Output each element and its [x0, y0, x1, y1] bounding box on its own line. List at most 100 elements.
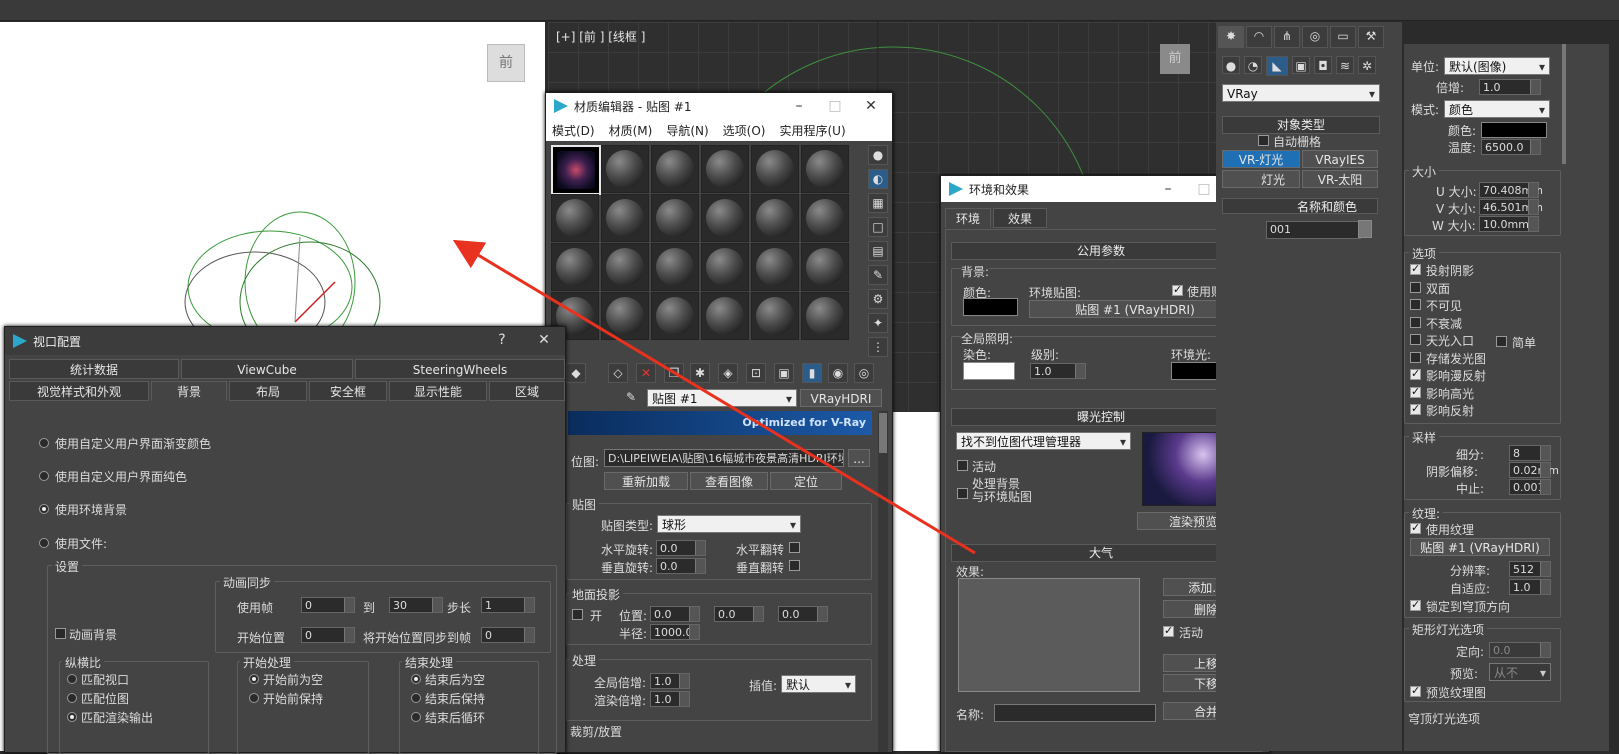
lock-dome-checkbox[interactable]	[1410, 598, 1421, 611]
position-x-spinner[interactable]: 0.0	[650, 606, 700, 622]
option-checkbox[interactable]	[1410, 334, 1421, 345]
name-field[interactable]	[994, 704, 1156, 722]
uv-tiling-icon[interactable]: □	[868, 217, 888, 237]
use-frame-from-spinner[interactable]: 0	[301, 597, 355, 613]
v-flip-checkbox[interactable]	[789, 560, 800, 571]
copy-icon[interactable]: ❐	[664, 363, 684, 383]
material-slot[interactable]	[651, 145, 699, 193]
exposure-rollout[interactable]: 曝光控制	[951, 408, 1251, 426]
v-rotation-spinner[interactable]: 0.0	[656, 558, 706, 574]
material-navigator-icon[interactable]: ⋮	[868, 337, 888, 357]
option-checkbox[interactable]	[1410, 262, 1421, 275]
hierarchy-tab-icon[interactable]: ⋔	[1274, 26, 1300, 48]
material-slot[interactable]	[751, 194, 799, 242]
go-sibling-icon[interactable]: ◉	[828, 363, 848, 383]
params-scrollbar[interactable]	[878, 411, 888, 752]
tab-display-performance[interactable]: 显示性能	[389, 381, 487, 401]
material-slot[interactable]	[651, 194, 699, 242]
use-frame-to-spinner[interactable]: 30	[389, 597, 443, 613]
level-spinner[interactable]: 1.0	[1030, 363, 1086, 379]
env-map-button[interactable]: 贴图 #1 (VRayHDRI)	[1029, 300, 1241, 318]
mode-select[interactable]: 颜色	[1444, 100, 1550, 119]
helpers-icon[interactable]: ◘	[1314, 56, 1332, 74]
bg-color-swatch[interactable]	[963, 298, 1018, 316]
use-texture-checkbox[interactable]	[1410, 521, 1421, 534]
options-icon[interactable]: ⚙	[868, 289, 888, 309]
option-checkbox[interactable]	[1410, 351, 1421, 363]
preview-texture-checkbox[interactable]	[1410, 684, 1421, 697]
light-category-select[interactable]: VRay	[1222, 84, 1380, 103]
material-editor-titlebar[interactable]: 材质编辑器 - 贴图 #1 – □ ✕	[546, 93, 892, 119]
radio-solid[interactable]	[39, 471, 49, 481]
adaptive-spinner[interactable]: 1.0	[1509, 579, 1551, 595]
tab-visual-style[interactable]: 视觉样式和外观	[9, 381, 149, 401]
minimize-icon[interactable]: –	[790, 97, 808, 115]
go-parent-icon[interactable]: ▮	[802, 363, 822, 383]
exposure-select[interactable]: 找不到位图代理管理器	[956, 432, 1131, 451]
maximize-icon[interactable]: □	[826, 97, 844, 115]
resolution-spinner[interactable]: 512	[1509, 561, 1551, 577]
render-mult-spinner[interactable]: 1.0	[650, 691, 690, 707]
radio-loop-after[interactable]	[411, 712, 421, 722]
material-slot[interactable]	[801, 194, 849, 242]
atmos-active-checkbox[interactable]	[1163, 624, 1174, 637]
v-size-spinner[interactable]: 46.501mm	[1479, 199, 1543, 215]
directional-spinner[interactable]: 0.0	[1489, 642, 1551, 658]
material-slot[interactable]	[601, 145, 649, 193]
locate-button[interactable]: 定位	[770, 472, 842, 490]
close-icon[interactable]: ✕	[862, 97, 880, 115]
material-id-icon[interactable]: ◈	[718, 363, 738, 383]
radio-match-bitmap[interactable]	[67, 693, 77, 703]
tint-swatch[interactable]	[963, 362, 1015, 380]
material-slot-active[interactable]	[551, 145, 601, 195]
tab-safe-frame[interactable]: 安全框	[309, 381, 387, 401]
object-type-rollout[interactable]: 对象类型	[1222, 116, 1380, 134]
show-end-result-icon[interactable]: ▣	[774, 363, 794, 383]
material-slot[interactable]	[701, 145, 749, 193]
backlight-icon[interactable]: ◐	[868, 169, 888, 189]
option-checkbox[interactable]	[1410, 316, 1421, 328]
texture-map-button[interactable]: 贴图 #1 (VRayHDRI)	[1410, 538, 1550, 556]
use-map-checkbox[interactable]	[1172, 283, 1183, 296]
modify-tab-icon[interactable]: ◠	[1246, 26, 1272, 48]
material-slot[interactable]	[751, 243, 799, 291]
geometry-icon[interactable]: ●	[1222, 56, 1240, 74]
help-icon[interactable]: ?	[493, 331, 511, 349]
tab-steeringwheels[interactable]: SteeringWheels	[355, 359, 565, 379]
w-size-spinner[interactable]: 10.0mm	[1479, 216, 1539, 232]
material-slot[interactable]	[551, 243, 599, 291]
h-flip-checkbox[interactable]	[789, 542, 800, 553]
material-slot[interactable]	[801, 292, 849, 340]
create-tab-icon[interactable]: ✸	[1218, 26, 1244, 48]
tab-layout[interactable]: 布局	[229, 381, 307, 401]
option-checkbox[interactable]	[1410, 402, 1421, 415]
interpolation-select[interactable]: 默认	[781, 675, 856, 694]
atmosphere-rollout[interactable]: 大气	[951, 544, 1251, 562]
make-preview-icon[interactable]: ✎	[868, 265, 888, 285]
simple-checkbox[interactable]	[1496, 336, 1507, 347]
option-checkbox[interactable]	[1410, 367, 1421, 380]
unique-icon[interactable]: ✱	[690, 363, 710, 383]
light-color-swatch[interactable]	[1481, 122, 1547, 138]
cameras-icon[interactable]: ▣	[1292, 56, 1310, 74]
auto-grid-checkbox[interactable]	[1258, 135, 1269, 146]
viewcube-center[interactable]: 前	[1160, 44, 1190, 74]
radio-blank-before[interactable]	[249, 674, 259, 684]
view-image-button[interactable]: 查看图像	[690, 472, 768, 490]
mapping-type-select[interactable]: 球形	[657, 515, 801, 534]
material-slot[interactable]	[551, 194, 599, 242]
mult-spinner[interactable]: 1.0	[1479, 79, 1541, 95]
radio-file[interactable]	[39, 538, 49, 548]
menu-utilities[interactable]: 实用程序(U)	[779, 122, 845, 139]
position-y-spinner[interactable]: 0.0	[714, 606, 764, 622]
object-color-swatch[interactable]	[1358, 220, 1372, 238]
eyedropper-icon[interactable]: ✎	[626, 390, 636, 404]
menu-navigation[interactable]: 导航(N)	[666, 122, 708, 139]
checker-bg-icon[interactable]: ▦	[868, 193, 888, 213]
material-slot[interactable]	[601, 243, 649, 291]
radio-hold-after[interactable]	[411, 693, 421, 703]
viewport-config-titlebar[interactable]: 视口配置 ? ✕	[5, 327, 565, 355]
get-material-icon[interactable]: ◆	[566, 363, 586, 383]
name-color-rollout[interactable]: 名称和颜色	[1222, 198, 1378, 214]
material-slot[interactable]	[801, 145, 849, 193]
